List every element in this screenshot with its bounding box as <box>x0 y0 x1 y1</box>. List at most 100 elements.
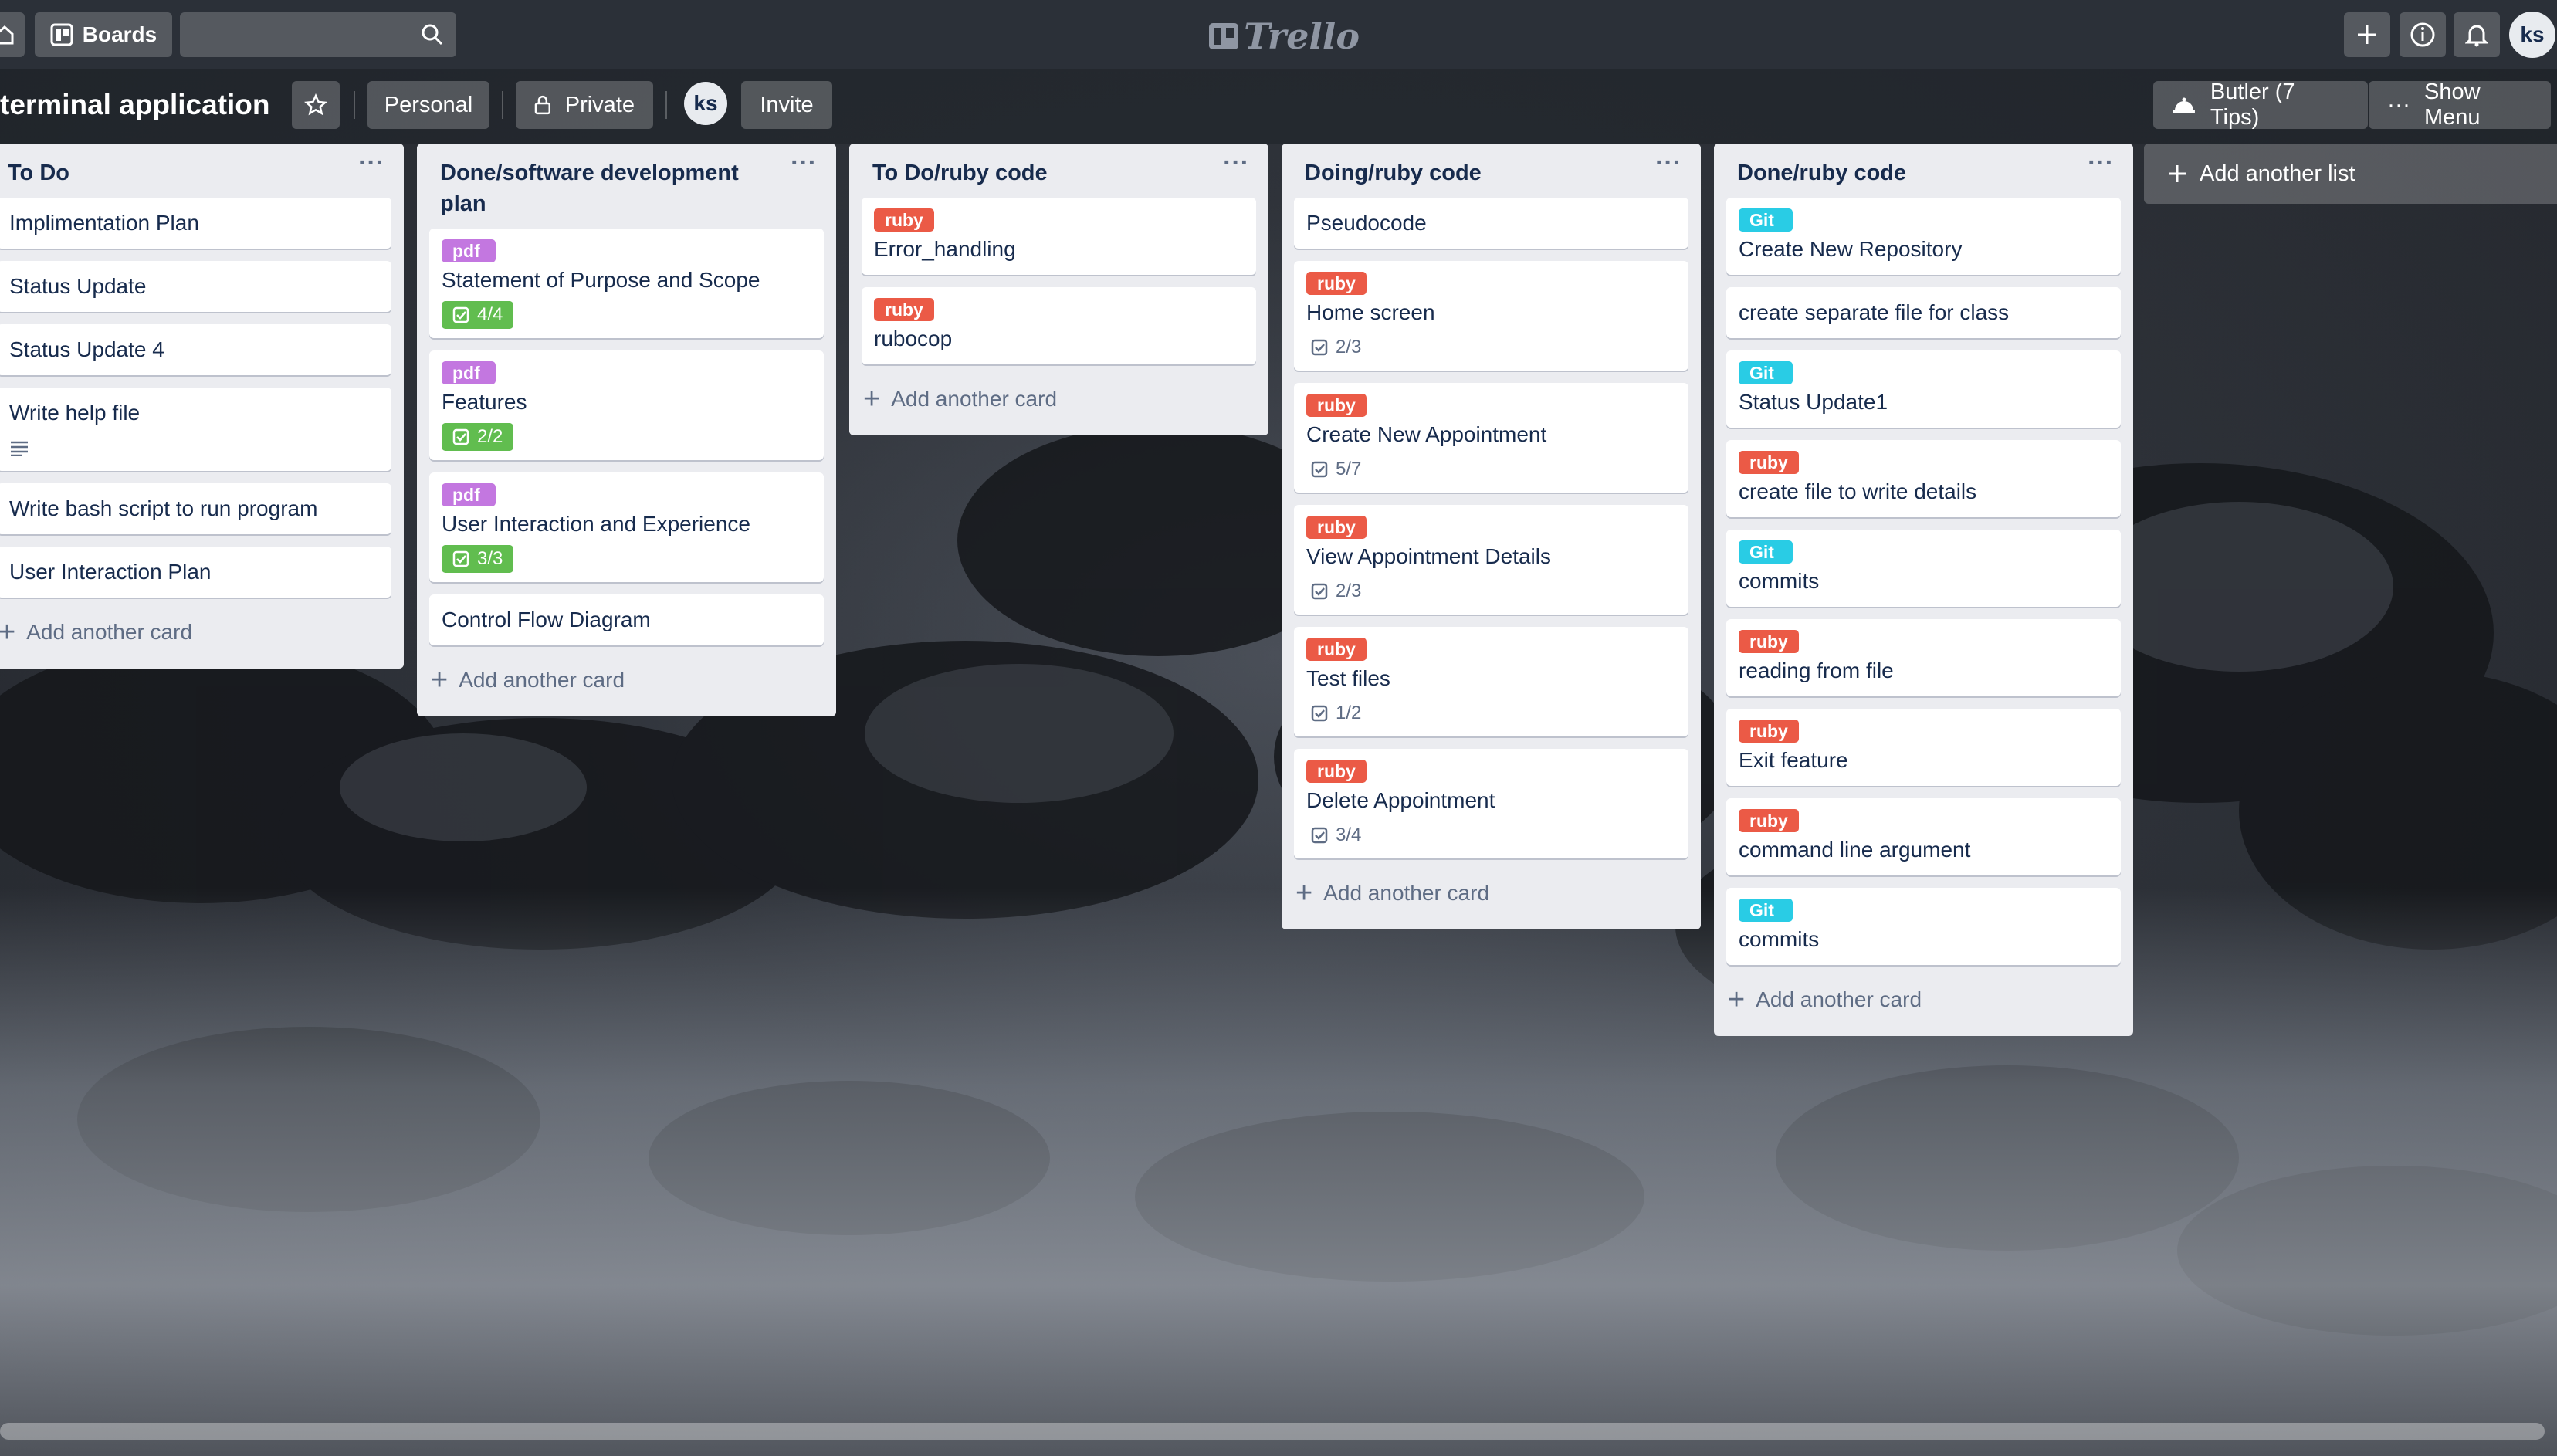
list-title[interactable]: Done/ruby code <box>1737 161 1906 185</box>
card[interactable]: Implimentation Plan <box>0 198 391 249</box>
list-menu-icon[interactable]: ··· <box>1651 150 1685 185</box>
card[interactable]: Git Status Update1 <box>1726 350 2121 428</box>
card-label: ruby <box>1306 760 1367 783</box>
card[interactable]: Status Update <box>0 261 391 312</box>
list-column[interactable]: Doing/ruby code ··· Pseudocode ruby Home scr… <box>1282 144 1701 929</box>
card-label: ruby <box>1306 272 1367 295</box>
butler-button[interactable]: Butler (7 Tips) <box>2153 80 2368 130</box>
add-card-button[interactable]: + Add another card <box>849 377 1268 435</box>
user-initials: ks <box>2520 22 2545 46</box>
add-card-button[interactable]: + Add another card <box>1714 977 2133 1036</box>
list-menu-icon[interactable]: ··· <box>787 150 821 185</box>
card-title: Exit feature <box>1739 748 1848 772</box>
list-header: Doing/ruby code ··· <box>1282 144 1701 198</box>
checklist-count: 2/3 <box>1336 581 1362 601</box>
card[interactable]: ruby Delete Appointment 3/4 <box>1294 749 1688 858</box>
user-avatar[interactable]: ks <box>2509 12 2555 58</box>
card[interactable]: ruby Error_handling <box>862 198 1256 275</box>
card-label: Git <box>1739 540 1793 564</box>
card[interactable]: ruby View Appointment Details 2/3 <box>1294 505 1688 615</box>
card[interactable]: Git Create New Repository <box>1726 198 2121 275</box>
private-label: Private <box>564 92 635 117</box>
privacy-button[interactable]: Private <box>516 81 653 129</box>
card-label: ruby <box>1739 809 1799 832</box>
card-label: Git <box>1739 361 1793 384</box>
list-column[interactable]: To Do/ruby code ··· ruby Error_handlingruby… <box>849 144 1268 435</box>
create-button[interactable] <box>2344 12 2390 57</box>
card[interactable]: Pseudocode <box>1294 198 1688 249</box>
card-title: Create New Appointment <box>1306 422 1547 446</box>
plus-icon <box>2358 25 2376 44</box>
list-title[interactable]: To Do <box>8 161 69 185</box>
checklist-count: 4/4 <box>477 304 503 325</box>
add-card-button[interactable]: + Add another card <box>1282 871 1701 929</box>
card[interactable]: Write bash script to run program <box>0 483 391 534</box>
list-menu-icon[interactable]: ··· <box>1219 150 1253 185</box>
list-menu-icon[interactable]: ··· <box>2084 150 2118 185</box>
boards-button[interactable]: Boards <box>35 12 172 57</box>
search-input[interactable] <box>180 12 456 57</box>
card[interactable]: ruby Exit feature <box>1726 709 2121 786</box>
member-avatar[interactable]: ks <box>684 82 727 125</box>
horizontal-scrollbar[interactable] <box>0 1423 2545 1440</box>
card[interactable]: ruby rubocop <box>862 287 1256 364</box>
add-list-button[interactable]: Add another list <box>2144 144 2557 204</box>
card[interactable]: Status Update 4 <box>0 324 391 375</box>
card[interactable]: ruby Home screen 2/3 <box>1294 261 1688 371</box>
card-label: pdf <box>442 239 496 262</box>
checklist-badge: 1/2 <box>1306 699 1366 727</box>
card-label: ruby <box>1739 630 1799 653</box>
list-column[interactable]: Done/ruby code ··· Git Create New Repositor… <box>1714 144 2133 1036</box>
checklist-icon <box>452 428 469 445</box>
list-title[interactable]: To Do/ruby code <box>872 161 1048 185</box>
card[interactable]: pdf Features 2/2 <box>429 350 824 460</box>
list-title[interactable]: Doing/ruby code <box>1305 161 1482 185</box>
add-card-button[interactable]: + Add another card <box>0 610 404 669</box>
list-column[interactable]: To Do ··· Implimentation Plan Status Update… <box>0 144 404 669</box>
card[interactable]: Write help file <box>0 388 391 471</box>
list-title[interactable]: Done/software development plan <box>440 161 739 216</box>
info-button[interactable] <box>2400 12 2446 57</box>
trello-logo[interactable]: Trello <box>1208 14 1360 59</box>
card[interactable]: Control Flow Diagram <box>429 594 824 645</box>
add-card-button[interactable]: + Add another card <box>417 658 836 716</box>
card-badges: 1/2 <box>1306 701 1676 726</box>
card[interactable]: create separate file for class <box>1726 287 2121 338</box>
card[interactable]: ruby command line argument <box>1726 798 2121 875</box>
team-visibility-button[interactable]: Personal <box>367 81 489 129</box>
card[interactable]: ruby reading from file <box>1726 619 2121 696</box>
card-title: Statement of Purpose and Scope <box>442 268 760 292</box>
notifications-button[interactable] <box>2454 12 2500 57</box>
card[interactable]: User Interaction Plan <box>0 547 391 598</box>
mist-overlay <box>0 888 2557 1456</box>
checklist-icon <box>1311 705 1328 722</box>
bell-icon <box>2465 25 2488 47</box>
card[interactable]: ruby create file to write details <box>1726 440 2121 517</box>
invite-button[interactable]: Invite <box>741 81 832 129</box>
checklist-count: 2/2 <box>477 426 503 447</box>
card[interactable]: ruby Create New Appointment 5/7 <box>1294 383 1688 493</box>
invite-label: Invite <box>760 92 814 117</box>
card-title: create file to write details <box>1739 479 1977 503</box>
member-initials: ks <box>693 91 718 115</box>
card[interactable]: ruby Test files 1/2 <box>1294 627 1688 736</box>
search-icon[interactable] <box>421 23 444 46</box>
card-title: Status Update <box>9 274 147 298</box>
list-menu-icon[interactable]: ··· <box>354 150 388 185</box>
card-label: pdf <box>442 483 496 506</box>
home-button[interactable] <box>0 12 25 57</box>
checklist-count: 1/2 <box>1336 703 1362 723</box>
card[interactable]: Git commits <box>1726 530 2121 607</box>
board-title[interactable]: terminal application <box>0 83 270 127</box>
card-title: User Interaction Plan <box>9 560 212 584</box>
card[interactable]: pdf User Interaction and Experience 3/3 <box>429 472 824 582</box>
boards-label: Boards <box>82 22 157 46</box>
plus-icon: + <box>431 664 449 696</box>
list-column[interactable]: Done/software development plan ··· pdf Stat… <box>417 144 836 716</box>
card[interactable]: Git commits <box>1726 888 2121 965</box>
checklist-badge: 2/3 <box>1306 334 1366 361</box>
show-menu-button[interactable]: ··· Show Menu <box>2369 80 2551 130</box>
star-button[interactable] <box>292 81 340 129</box>
card-title: Test files <box>1306 666 1390 690</box>
card[interactable]: pdf Statement of Purpose and Scope 4/4 <box>429 229 824 338</box>
